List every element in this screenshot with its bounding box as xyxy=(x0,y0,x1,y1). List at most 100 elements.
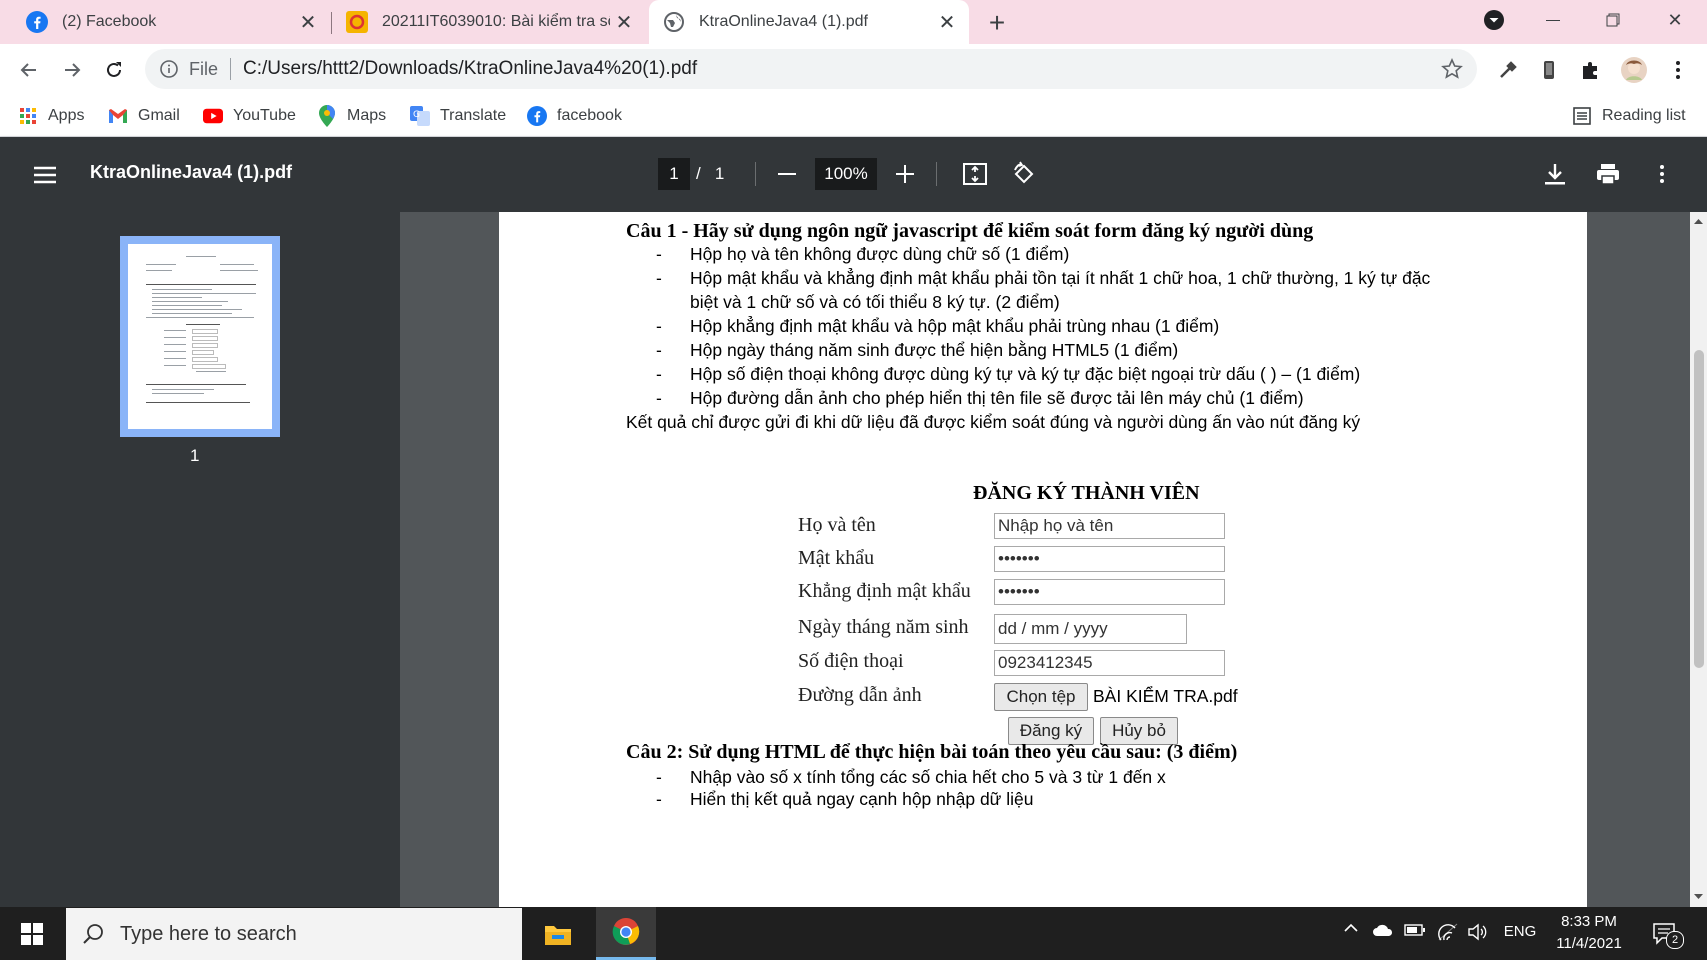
start-button[interactable] xyxy=(2,907,62,960)
new-tab-button[interactable]: + xyxy=(980,6,1014,40)
phone-input: 0923412345 xyxy=(994,650,1225,676)
page-number-input[interactable]: 1 xyxy=(658,158,690,190)
chrome-taskbar-button[interactable] xyxy=(596,907,656,960)
tab-strip: (2) Facebook ✕ 20211IT6039010: Bài kiểm … xyxy=(0,0,1707,44)
wifi-icon xyxy=(1438,923,1458,941)
menu-icon xyxy=(34,166,56,184)
label-confirm-password: Khẳng định mật khẩu xyxy=(798,580,971,602)
scroll-up-icon[interactable] xyxy=(1694,218,1703,224)
clock[interactable]: 8:33 PM 11/4/2021 xyxy=(1548,911,1630,955)
extension-phone-button[interactable] xyxy=(1533,54,1565,86)
reading-list-button[interactable]: Reading list xyxy=(1572,104,1686,128)
full-name-input: Nhập họ và tên xyxy=(994,513,1225,539)
close-tab-icon[interactable]: ✕ xyxy=(294,8,322,36)
bookmark-gmail[interactable]: Gmail xyxy=(108,104,180,128)
tab-title: (2) Facebook xyxy=(62,13,157,30)
search-placeholder: Type here to search xyxy=(120,922,297,945)
tab-pdf[interactable]: KtraOnlineJava4 (1).pdf ✕ xyxy=(649,0,969,44)
pdf-title: KtraOnlineJava4 (1).pdf xyxy=(90,162,293,182)
minimize-button[interactable] xyxy=(1530,4,1576,36)
confirm-password-input: ••••••• xyxy=(994,579,1225,605)
input-language-button[interactable]: ENG xyxy=(1500,923,1540,940)
sidebar-toggle-button[interactable] xyxy=(28,160,62,190)
vertical-scrollbar[interactable] xyxy=(1690,212,1707,907)
fit-to-page-button[interactable] xyxy=(960,159,990,189)
question-1-note: Kết quả chỉ được gửi đi khi dữ liệu đã đ… xyxy=(626,412,1361,432)
address-bar[interactable]: File C:/Users/httt2/Downloads/KtraOnline… xyxy=(145,49,1477,89)
url-text[interactable]: C:/Users/httt2/Downloads/KtraOnlineJava4… xyxy=(243,58,697,80)
tab-search-button[interactable] xyxy=(1471,4,1517,36)
profile-avatar[interactable] xyxy=(1618,54,1650,86)
battery-button[interactable] xyxy=(1402,923,1428,937)
bookmark-apps[interactable]: Apps xyxy=(18,104,84,128)
list-item: - Hộp mật khẩu và khẳng định mật khẩu phả… xyxy=(656,268,1431,288)
extension-eyedropper-button[interactable] xyxy=(1492,54,1524,86)
close-window-button[interactable]: ✕ xyxy=(1652,4,1698,36)
close-tab-icon[interactable]: ✕ xyxy=(610,8,638,36)
scroll-down-icon[interactable] xyxy=(1694,894,1703,900)
puzzle-icon xyxy=(1583,62,1597,79)
bookmark-youtube[interactable]: YouTube xyxy=(203,104,296,128)
show-hidden-icons-button[interactable] xyxy=(1340,923,1362,932)
notifications-button[interactable]: 2 xyxy=(1648,919,1684,949)
bookmark-translate[interactable]: G Translate xyxy=(410,104,506,128)
list-item-continuation: biệt và 1 chữ số và có tối thiểu 8 ký tự… xyxy=(690,292,1060,312)
restore-button[interactable] xyxy=(1590,4,1636,36)
moodle-icon xyxy=(346,11,368,33)
zoom-in-button[interactable] xyxy=(892,161,918,187)
zoom-level-input[interactable]: 100% xyxy=(815,158,877,190)
reading-list-label: Reading list xyxy=(1602,107,1686,124)
arrow-right-icon xyxy=(65,63,81,77)
tab-facebook[interactable]: (2) Facebook ✕ xyxy=(0,0,330,44)
thumbnail-page-number: 1 xyxy=(190,446,200,465)
tab-quiz[interactable]: 20211IT6039010: Bài kiểm tra số ✕ xyxy=(332,0,646,44)
forward-button[interactable] xyxy=(55,53,89,87)
back-button[interactable] xyxy=(12,53,46,87)
list-item-text: Hiển thị kết quả ngay cạnh hộp nhập dữ l… xyxy=(690,789,1034,809)
windows-logo-icon xyxy=(21,922,43,945)
chrome-menu-button[interactable] xyxy=(1662,54,1694,86)
more-vert-icon xyxy=(1676,61,1680,79)
list-item-text: Hộp ngày tháng năm sinh được thể hiện bằ… xyxy=(690,340,1179,360)
search-icon xyxy=(83,924,103,944)
print-button[interactable] xyxy=(1592,159,1624,189)
rotate-button[interactable] xyxy=(1008,158,1040,190)
gmail-icon xyxy=(108,106,128,126)
tab-title: 20211IT6039010: Bài kiểm tra số xyxy=(382,13,610,30)
list-item: - Hộp khẳng định mật khẩu và hộp mật khẩu… xyxy=(656,316,1220,336)
close-tab-icon[interactable]: ✕ xyxy=(933,8,961,36)
pdf-more-button[interactable] xyxy=(1648,159,1676,189)
list-item-text: Hộp đường dẫn ảnh cho phép hiển thị tên … xyxy=(690,388,1304,408)
list-item: - Hộp số điện thoại không được dùng ký tự… xyxy=(656,364,1361,384)
label-birth-date: Ngày tháng năm sinh xyxy=(798,616,969,638)
speaker-icon xyxy=(1468,923,1487,941)
pdf-viewer[interactable]: Câu 1 - Hãy sử dụng ngôn ngữ javascript … xyxy=(400,212,1690,907)
bookmark-star-icon[interactable] xyxy=(1441,58,1463,80)
network-button[interactable] xyxy=(1435,923,1461,941)
onedrive-button[interactable] xyxy=(1370,923,1396,937)
divider xyxy=(230,58,232,80)
page-thumbnail[interactable] xyxy=(120,236,280,437)
bookmark-facebook[interactable]: facebook xyxy=(527,104,622,128)
divider xyxy=(936,162,937,186)
file-explorer-button[interactable] xyxy=(528,907,588,960)
extensions-button[interactable] xyxy=(1575,54,1607,86)
print-icon xyxy=(1597,164,1619,185)
info-icon[interactable] xyxy=(159,59,179,79)
chevron-down-circle-icon xyxy=(1484,10,1504,30)
maps-pin-icon xyxy=(317,105,337,127)
bookmark-maps[interactable]: Maps xyxy=(317,104,386,128)
scrollbar-thumb[interactable] xyxy=(1694,350,1704,668)
scheme-label: File xyxy=(189,58,219,79)
tab-title: KtraOnlineJava4 (1).pdf xyxy=(699,13,868,30)
svg-text:G: G xyxy=(413,110,420,120)
volume-button[interactable] xyxy=(1465,923,1491,941)
download-button[interactable] xyxy=(1540,159,1570,189)
zoom-out-button[interactable] xyxy=(774,161,800,187)
taskbar-search-box[interactable]: Type here to search xyxy=(66,908,522,960)
list-item: - Hộp họ và tên không được dùng chữ số (1… xyxy=(656,244,1070,264)
bookmark-label: Maps xyxy=(347,107,387,124)
reload-button[interactable] xyxy=(97,53,131,87)
rotate-icon xyxy=(1014,161,1034,184)
plus-icon xyxy=(896,165,914,183)
